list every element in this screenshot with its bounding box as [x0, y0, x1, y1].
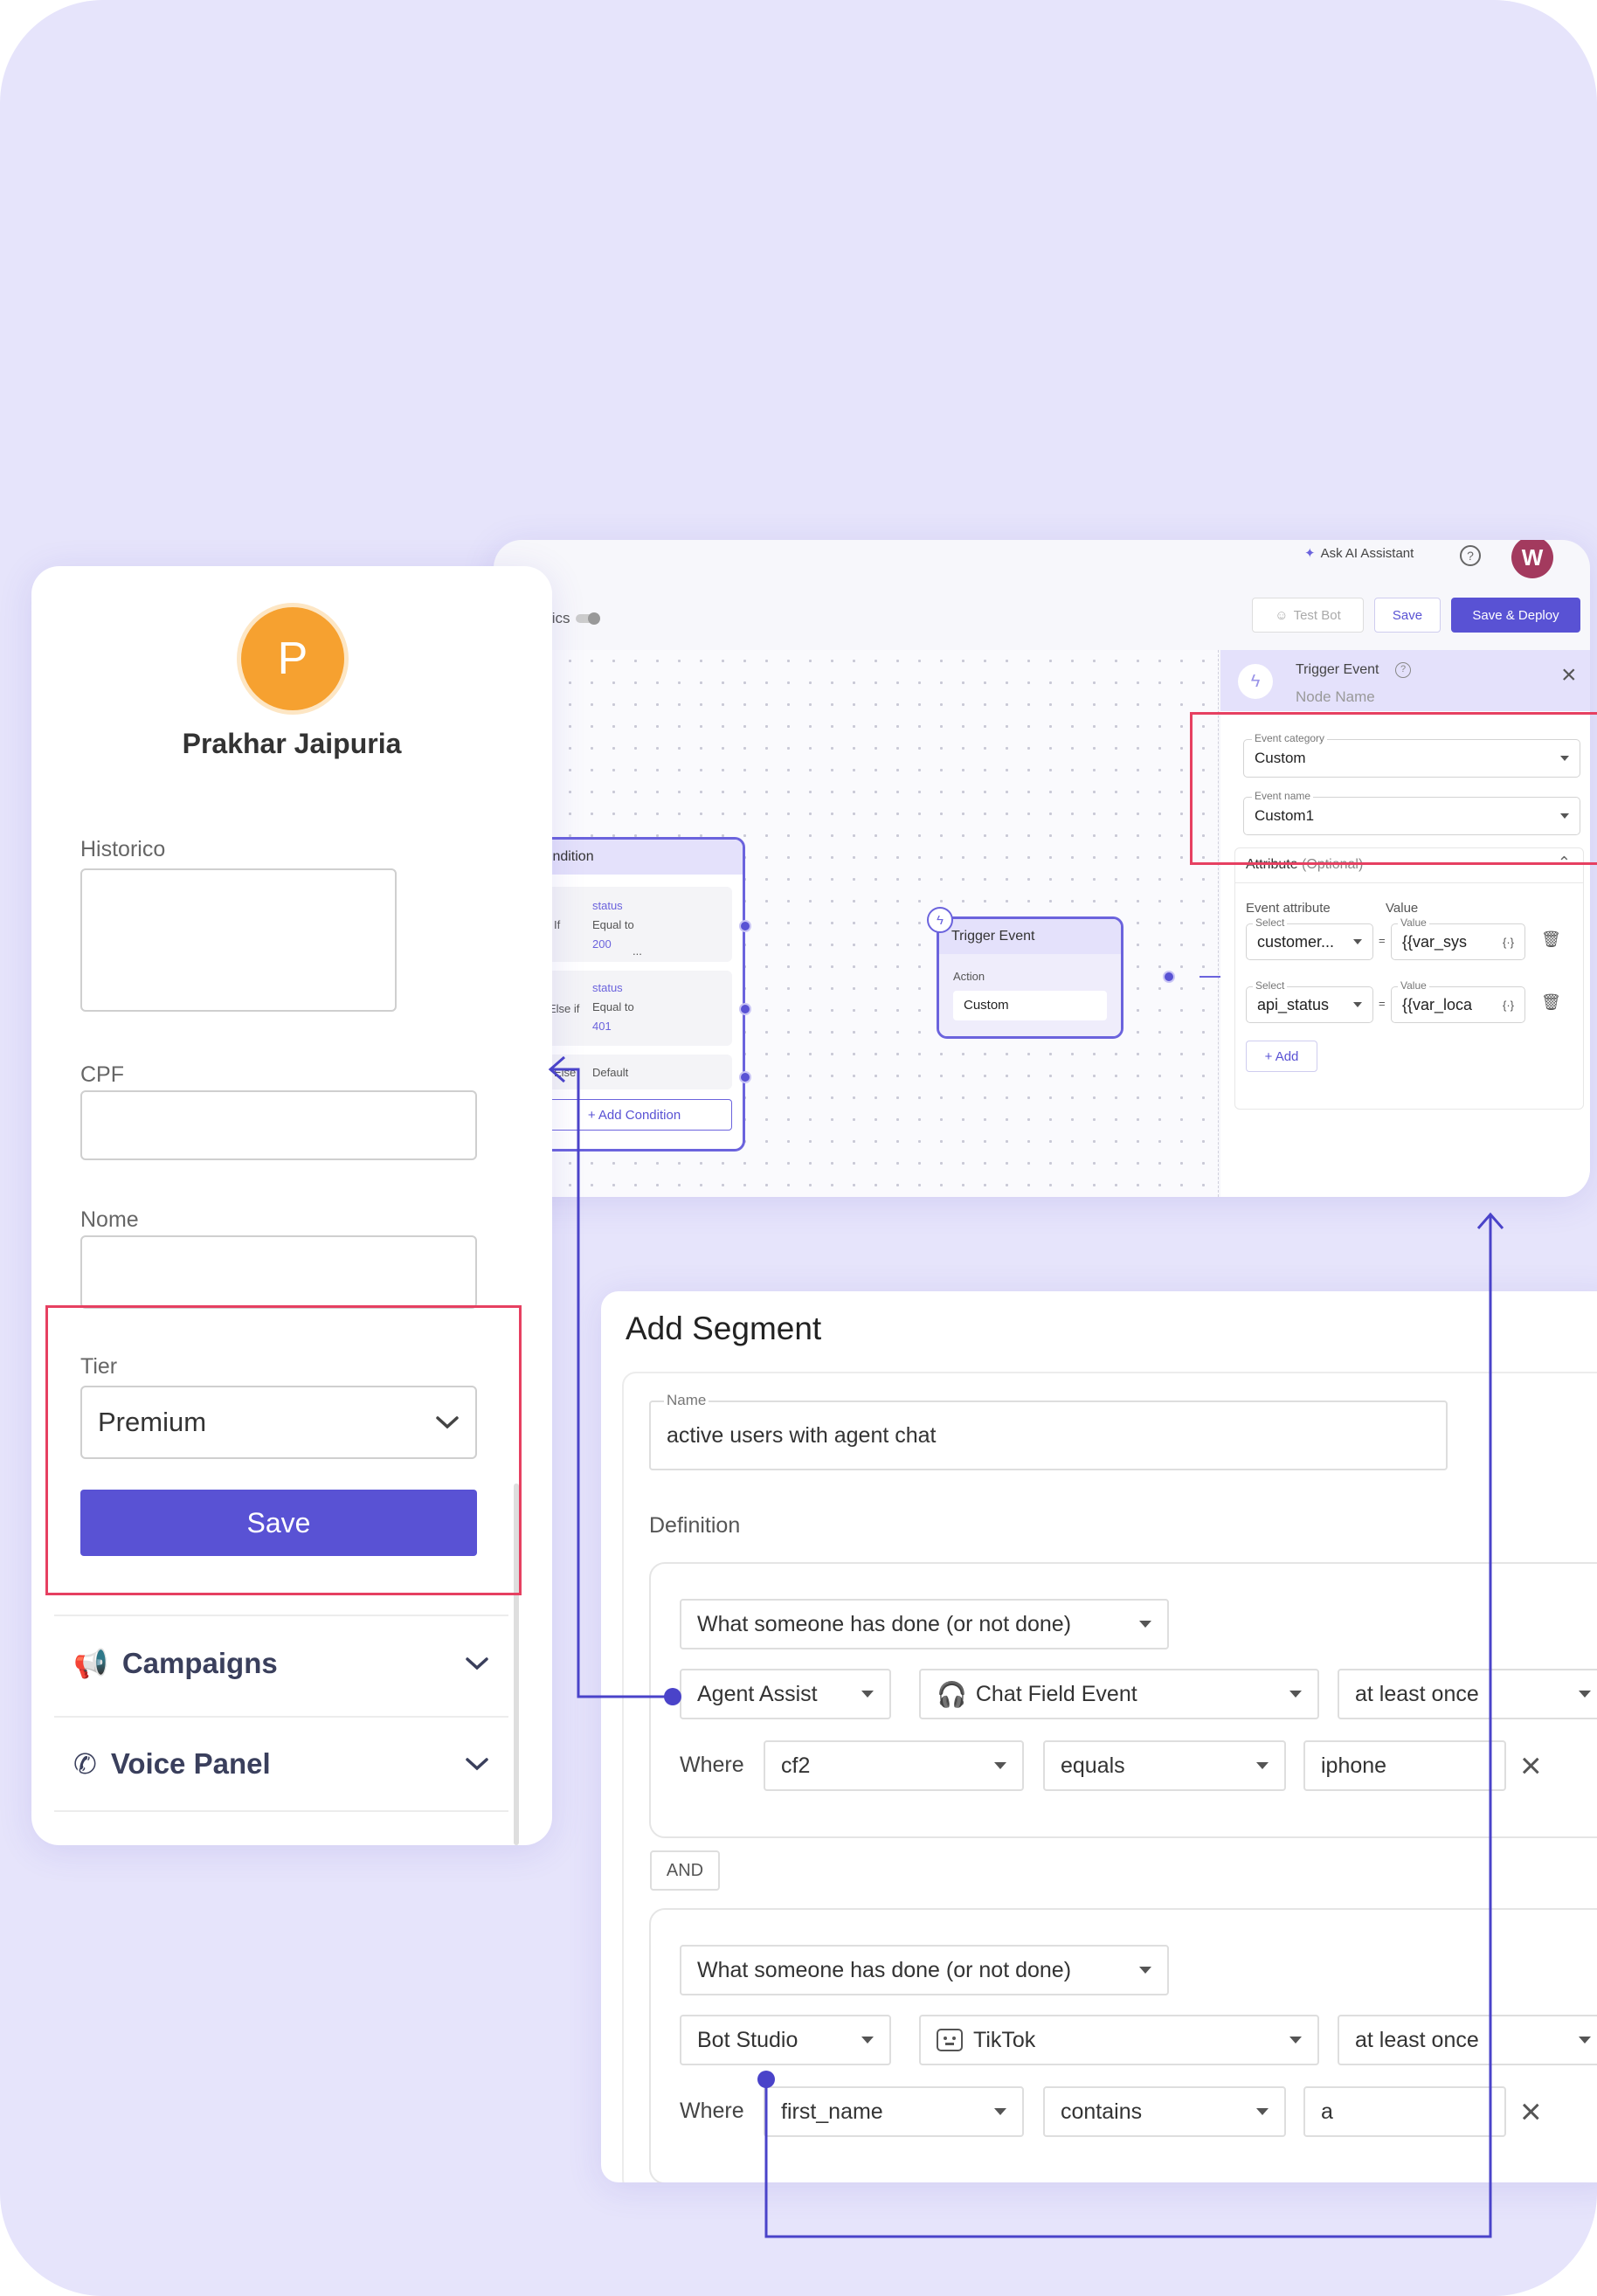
page-background: ✦ Ask AI Assistant ? W tics ☺ Test Bot Sa…: [0, 0, 1597, 2296]
annotation-arrows: [548, 1055, 1504, 2238]
